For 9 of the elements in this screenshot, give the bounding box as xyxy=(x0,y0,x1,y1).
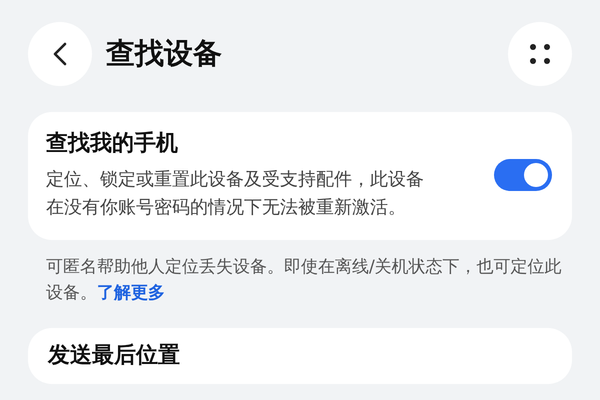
note-text: 可匿名帮助他人定位丢失设备。即使在离线/关机状态下，也可定位此设备。了解更多 xyxy=(46,256,562,305)
toggle-switch[interactable] xyxy=(494,159,552,191)
page-title: 查找设备 xyxy=(106,35,222,72)
setting-title: 发送最后位置 xyxy=(48,342,180,370)
learn-more-link[interactable]: 了解更多 xyxy=(97,283,165,303)
back-icon xyxy=(53,42,67,66)
setting-description: 定位、锁定或重置此设备及受支持配件，此设备在没有你账号密码的情况下无法被重新激活。 xyxy=(46,168,425,220)
more-icon xyxy=(529,43,551,65)
setting-title: 查找我的手机 xyxy=(46,130,179,158)
